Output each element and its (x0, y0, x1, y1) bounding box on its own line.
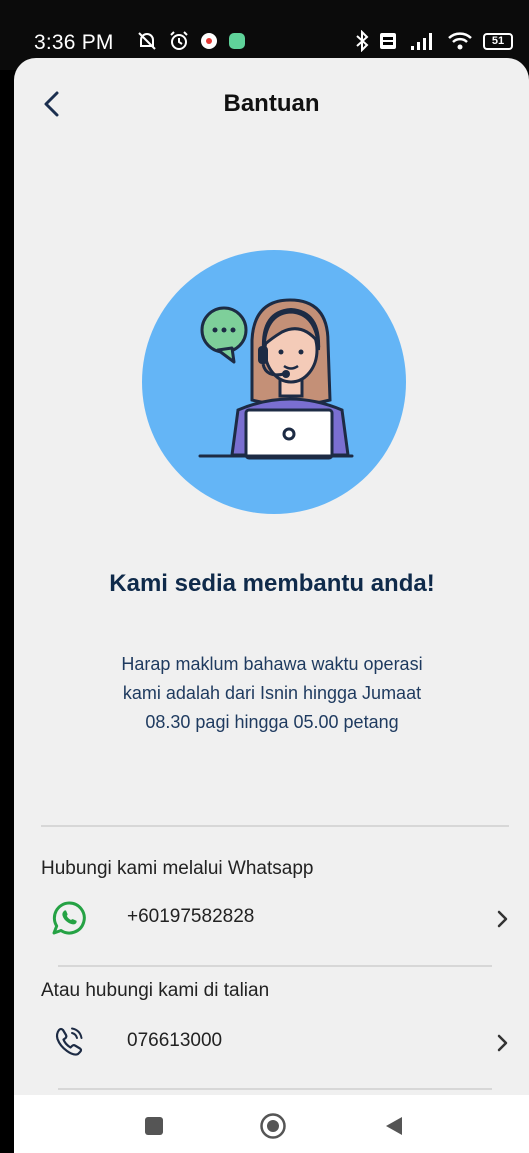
page-header: Bantuan (14, 58, 529, 148)
divider (58, 965, 492, 967)
headline: Kami sedia membantu anda! (109, 570, 435, 597)
chevron-right-icon (497, 910, 508, 928)
whatsapp-number: +60197582828 (127, 906, 255, 927)
wifi-icon (448, 32, 472, 50)
phone-number: 076613000 (127, 1030, 223, 1051)
operating-hours-text: Harap maklum bahawa waktu operasi kami a… (121, 654, 423, 732)
phone-call-icon (55, 1027, 83, 1056)
signal-4g-icon (411, 33, 432, 50)
app-notification-icon (201, 33, 217, 49)
whatsapp-icon (52, 901, 86, 935)
whatsapp-contact-row[interactable]: +60197582828 (41, 896, 511, 942)
status-left-icons (136, 30, 246, 52)
divider (58, 1088, 492, 1090)
recent-apps-button[interactable] (140, 1112, 168, 1140)
alarm-clock-icon (170, 31, 188, 50)
status-time: 3:36 PM (34, 31, 114, 54)
app-notification-icon-2 (229, 33, 245, 49)
page-title: Bantuan (223, 90, 320, 117)
phone-section-label: Atau hubungi kami di talian (41, 980, 270, 1001)
home-circle-icon (260, 1113, 286, 1139)
chevron-right-icon (497, 1034, 508, 1052)
system-navigation-bar (14, 1095, 529, 1153)
status-right-icons: 51 (355, 30, 513, 52)
battery-indicator: 51 (483, 32, 513, 50)
app-screen: Bantuan Kami sedia membantu anda! Harap … (14, 58, 529, 1153)
silent-bell-icon (138, 32, 156, 50)
triangle-back-icon (386, 1117, 402, 1135)
phone-contact-row[interactable]: 076613000 (41, 1020, 511, 1066)
square-icon (145, 1117, 163, 1135)
system-back-button[interactable] (380, 1112, 408, 1140)
whatsapp-section-label: Hubungi kami melalui Whatsapp (41, 858, 314, 879)
divider (41, 825, 509, 827)
support-agent-illustration (142, 250, 406, 514)
volte-icon (380, 33, 396, 49)
home-button[interactable] (259, 1112, 287, 1140)
bluetooth-icon (356, 30, 369, 52)
battery-level: 51 (491, 35, 505, 47)
support-agent-icon (198, 298, 354, 460)
